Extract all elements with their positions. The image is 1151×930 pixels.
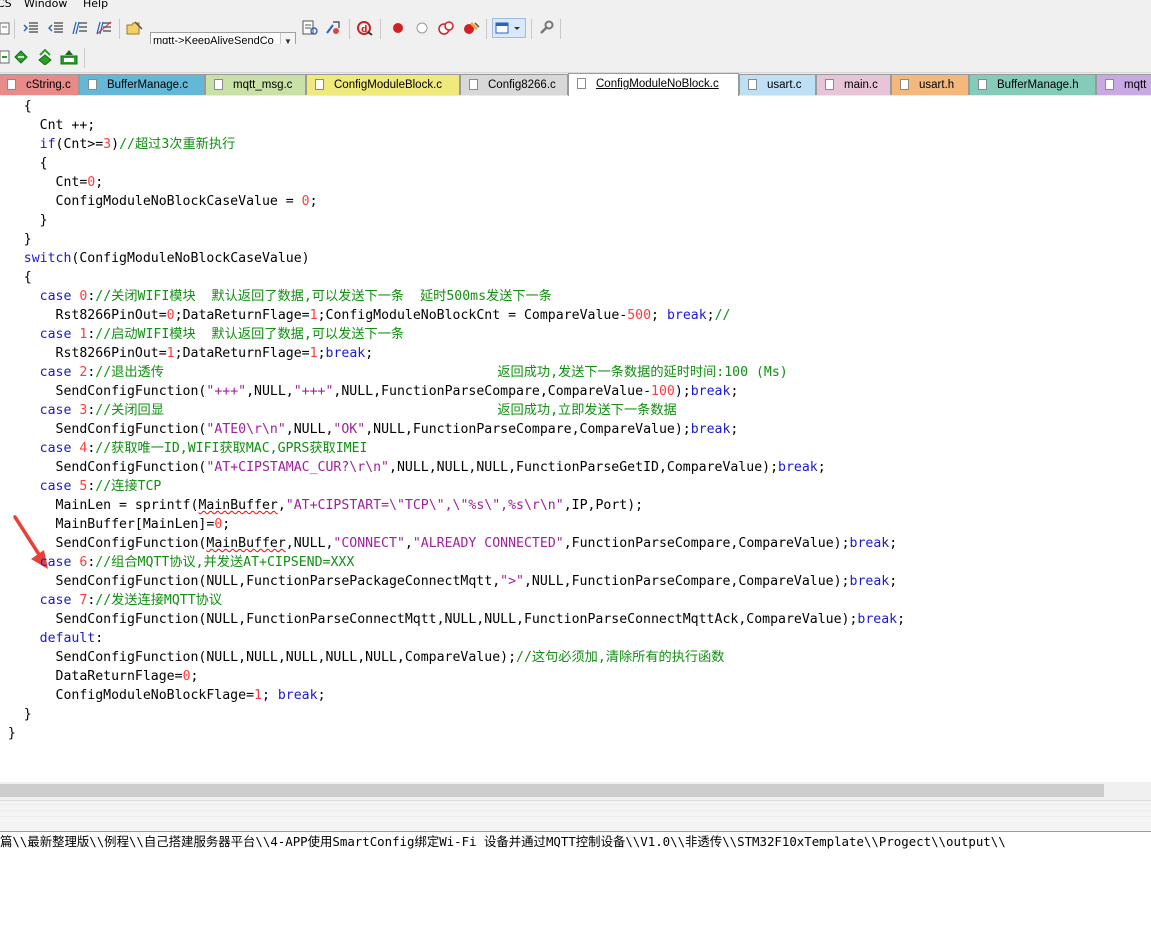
code-editor[interactable]: { Cnt ++; if(Cnt>=3)//超过3次重新执行 { Cnt=0; …	[0, 96, 1151, 782]
uncomment-icon[interactable]	[95, 19, 113, 37]
code-line: default:	[39, 631, 104, 646]
wrench-icon[interactable]	[537, 19, 555, 37]
scrollbar-thumb[interactable]	[0, 784, 1104, 797]
code-line: case 3://关闭回显 返回成功,立即发送下一条数据	[39, 403, 677, 418]
menu-help[interactable]: Help	[83, 0, 108, 10]
code-line: case 7://发送连接MQTT协议	[39, 593, 223, 608]
file-icon	[7, 79, 16, 90]
tab-cstring-c[interactable]: cString.c	[0, 74, 79, 95]
code-line: case 1://启动WIFI模块 默认返回了数据,可以发送下一条	[39, 327, 405, 342]
code-line: {	[39, 156, 48, 171]
panel-splitter[interactable]	[0, 800, 1151, 832]
build-toolbar	[0, 44, 1151, 73]
svg-text:d: d	[361, 25, 367, 35]
file-icon	[214, 79, 223, 90]
code-line: switch(ConfigModuleNoBlockCaseValue)	[23, 251, 310, 266]
code-line: ConfigModuleNoBlockFlage=1; break;	[0, 688, 326, 703]
code-line: case 4://获取唯一ID,WIFI获取MAC,GPRS获取IMEI	[39, 441, 368, 456]
file-icon	[315, 79, 324, 90]
code-line: SendConfigFunction(NULL,FunctionParsePac…	[0, 574, 898, 589]
tab-main-c[interactable]: main.c	[816, 74, 891, 95]
file-icon	[577, 78, 586, 89]
indent-icon[interactable]	[22, 19, 40, 37]
code-line: case 2://退出透传 返回成功,发送下一条数据的延时时间:100 (Ms)	[39, 365, 788, 380]
build-icon[interactable]	[12, 48, 30, 66]
file-icon	[1105, 79, 1114, 90]
code-line: if(Cnt>=3)//超过3次重新执行	[39, 137, 236, 152]
code-line: SendConfigFunction("+++",NULL,"+++",NULL…	[0, 384, 739, 399]
code-line: case 0://关闭WIFI模块 默认返回了数据,可以发送下一条 延时500m…	[39, 289, 552, 304]
file-icon	[469, 79, 478, 90]
rebuild-icon[interactable]	[36, 48, 54, 66]
debug-session-icon[interactable]: d	[356, 19, 374, 37]
code-line: SendConfigFunction(MainBuffer,NULL,"CONN…	[0, 536, 898, 551]
file-icon	[900, 79, 909, 90]
code-line: Cnt=0;	[0, 175, 104, 190]
tab-usart-c[interactable]: usart.c	[739, 74, 816, 95]
code-line: Rst8266PinOut=0;DataReturnFlage=1;Config…	[0, 308, 731, 323]
build-output-panel[interactable]: 篇\\最新整理版\\例程\\自己搭建服务器平台\\4-APP使用SmartCon…	[0, 831, 1151, 930]
code-line: Rst8266PinOut=1;DataReturnFlage=1;break;	[0, 346, 374, 361]
tab-buffermanage-h[interactable]: BufferManage.h	[969, 74, 1096, 95]
file-icon	[748, 79, 757, 90]
code-line: case 5://连接TCP	[39, 479, 162, 494]
code-line: }	[23, 707, 32, 722]
toolbar-edit-icon[interactable]	[0, 19, 14, 37]
output-line: 篇\\最新整理版\\例程\\自己搭建服务器平台\\4-APP使用SmartCon…	[0, 834, 1006, 849]
open-file-icon[interactable]	[126, 19, 144, 37]
code-line: SendConfigFunction("AT+CIPSTAMAC_CUR?\r\…	[0, 460, 826, 475]
code-line: }	[23, 232, 32, 247]
comment-icon[interactable]	[71, 19, 89, 37]
unindent-icon[interactable]	[47, 19, 65, 37]
editor-tab-strip: cString.c BufferManage.c mqtt_msg.c Conf…	[0, 73, 1151, 97]
menu-cs[interactable]: CS	[0, 0, 12, 10]
menu-bar: CS Window Help	[0, 0, 1151, 13]
horizontal-scrollbar[interactable]	[0, 782, 1151, 800]
debug-settings-icon[interactable]	[324, 19, 342, 37]
file-icon	[825, 79, 834, 90]
code-line: SendConfigFunction(NULL,FunctionParseCon…	[0, 612, 906, 627]
kill-all-breakpoints-icon[interactable]	[462, 19, 480, 37]
code-line: SendConfigFunction(NULL,NULL,NULL,NULL,N…	[0, 650, 725, 665]
code-line: }	[7, 726, 16, 741]
file-icon	[978, 79, 987, 90]
code-line: Cnt ++;	[0, 118, 96, 133]
main-toolbar: mqtt->KeepAliveSendCo ▼ d	[0, 13, 1151, 51]
code-line: MainBuffer[MainLen]=0;	[0, 517, 231, 532]
code-line: }	[39, 213, 48, 228]
browse-icon[interactable]	[301, 19, 319, 37]
tab-mqtt-msg-c[interactable]: mqtt_msg.c	[205, 74, 306, 95]
tab-usart-h[interactable]: usart.h	[891, 74, 969, 95]
disable-breakpoint-icon[interactable]	[413, 19, 431, 37]
file-icon	[88, 79, 97, 90]
code-line: case 6://组合MQTT协议,并发送AT+CIPSEND=XXX	[39, 555, 355, 570]
tab-mqtt[interactable]: mqtt	[1096, 74, 1151, 95]
disable-all-breakpoints-icon[interactable]	[437, 19, 455, 37]
code-line: DataReturnFlage=0;	[0, 669, 199, 684]
tab-configmodulenoblock-c[interactable]: ConfigModuleNoBlock.c	[568, 73, 739, 96]
load-icon[interactable]	[60, 48, 78, 66]
tab-config8266-c[interactable]: Config8266.c	[460, 74, 568, 95]
code-line: SendConfigFunction("ATE0\r\n",NULL,"OK",…	[0, 422, 739, 437]
breakpoint-icon[interactable]	[389, 19, 407, 37]
window-layout-button[interactable]	[492, 18, 526, 38]
code-line: {	[23, 99, 32, 114]
tab-buffermanage-c[interactable]: BufferManage.c	[79, 74, 205, 95]
code-line: ConfigModuleNoBlockCaseValue = 0;	[0, 194, 318, 209]
code-line: {	[23, 270, 32, 285]
menu-window[interactable]: Window	[24, 0, 67, 10]
tab-configmoduleblock-c[interactable]: ConfigModuleBlock.c	[306, 74, 460, 95]
code-line: MainLen = sprintf(MainBuffer,"AT+CIPSTAR…	[0, 498, 644, 513]
